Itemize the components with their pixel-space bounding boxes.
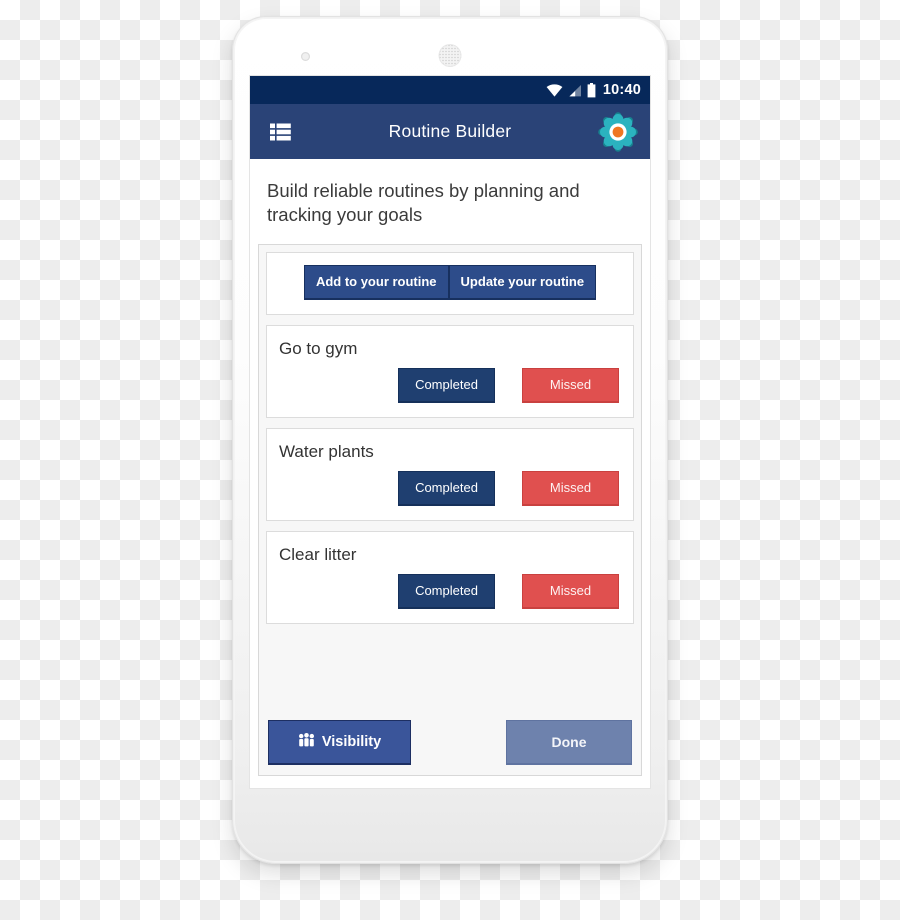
status-bar: 10:40: [250, 76, 650, 104]
routine-card: Water plants Completed Missed: [266, 427, 634, 521]
visibility-button[interactable]: Visibility: [268, 720, 411, 765]
intro-text: Build reliable routines by planning and …: [267, 180, 580, 226]
routine-title: Clear litter: [279, 544, 357, 564]
missed-button[interactable]: Missed: [522, 367, 619, 403]
battery-icon: [587, 82, 596, 98]
missed-button[interactable]: Missed: [522, 573, 619, 609]
routine-actions: Completed Missed: [279, 367, 621, 403]
list-menu-icon[interactable]: [260, 112, 300, 152]
front-camera-icon: [301, 52, 310, 61]
phone-device: 10:40 Routine Builder Build reliable rou…: [232, 16, 668, 864]
completed-button[interactable]: Completed: [398, 470, 495, 506]
done-button[interactable]: Done: [506, 720, 632, 765]
update-routine-button[interactable]: Update your routine: [448, 264, 597, 300]
status-bar-clock: 10:40: [602, 82, 641, 98]
completed-button[interactable]: Completed: [398, 573, 495, 609]
phone-screen: 10:40 Routine Builder Build reliable rou…: [250, 76, 650, 788]
routine-title: Go to gym: [279, 338, 358, 358]
earpiece-speaker-icon: [438, 44, 462, 67]
action-card: Add to your routine Update your routine: [266, 251, 634, 315]
page-title: Routine Builder: [388, 121, 512, 141]
gear-icon[interactable]: [596, 110, 640, 154]
routine-panel: Add to your routine Update your routine …: [258, 243, 642, 776]
routine-actions: Completed Missed: [279, 470, 621, 506]
people-group-icon: [298, 733, 315, 751]
routine-card: Clear litter Completed Missed: [266, 530, 634, 624]
visibility-button-label: Visibility: [321, 733, 382, 750]
signal-icon: [568, 84, 582, 97]
routine-actions: Completed Missed: [279, 573, 621, 609]
add-to-routine-button[interactable]: Add to your routine: [303, 264, 449, 300]
screen-content: Build reliable routines by planning and …: [250, 159, 650, 788]
footer-bar: Visibility Done: [266, 714, 634, 768]
completed-button[interactable]: Completed: [398, 367, 495, 403]
intro-block: Build reliable routines by planning and …: [250, 159, 650, 244]
app-bar: Routine Builder: [250, 104, 650, 159]
wifi-icon: [546, 83, 563, 97]
routine-title: Water plants: [279, 441, 374, 461]
missed-button[interactable]: Missed: [522, 470, 619, 506]
routine-card: Go to gym Completed Missed: [266, 324, 634, 418]
